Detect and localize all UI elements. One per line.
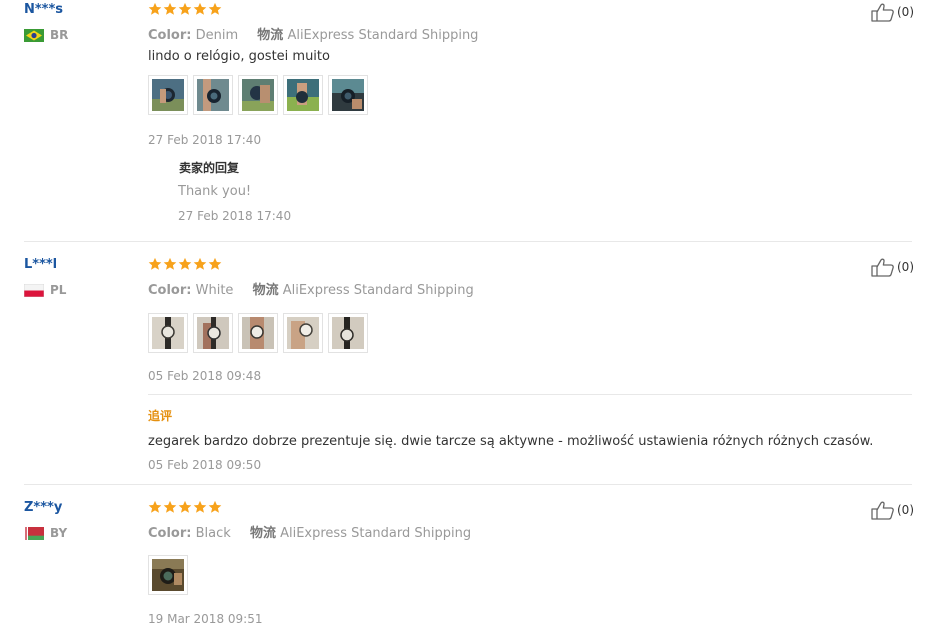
review-photo[interactable] <box>148 75 188 115</box>
additional-feedback-text: zegarek bardzo dobrze prezentuje się. dw… <box>148 434 874 449</box>
helpful-count: (0) <box>897 503 914 517</box>
star-icon <box>148 500 162 513</box>
star-icon <box>208 2 222 15</box>
country-code: PL <box>50 283 67 297</box>
star-icon <box>148 2 162 15</box>
color-value: Black <box>195 526 231 541</box>
helpful-count: (0) <box>897 260 914 274</box>
order-info: Color: White 物流 AliExpress Standard Ship… <box>148 279 474 298</box>
color-label: Color: <box>148 283 192 298</box>
star-icon <box>178 257 192 270</box>
star-icon <box>193 2 207 15</box>
additional-feedback-label: 追评 <box>148 409 173 423</box>
star-icon <box>193 257 207 270</box>
seller-reply-text: Thank you! <box>178 184 252 199</box>
star-icon <box>193 500 207 513</box>
thumbs-up-icon <box>871 501 894 520</box>
review-divider <box>24 484 912 485</box>
color-label: Color: <box>148 526 192 541</box>
star-icon <box>178 500 192 513</box>
star-icon <box>148 257 162 270</box>
review-date: 05 Feb 2018 09:48 <box>148 369 262 383</box>
country-code: BY <box>50 526 68 540</box>
shipping-value: AliExpress Standard Shipping <box>282 283 474 298</box>
seller-reply-title: 卖家的回复 <box>179 161 240 175</box>
color-value: Denim <box>195 28 239 43</box>
helpful-button[interactable]: (0) <box>871 2 914 22</box>
buyer-country: PL <box>24 283 66 297</box>
color-value: White <box>195 283 234 298</box>
buyer-name[interactable]: L***l <box>24 257 57 272</box>
poland-flag-icon <box>24 283 44 297</box>
review-divider <box>24 241 912 242</box>
star-rating <box>148 257 222 271</box>
review-date: 27 Feb 2018 17:40 <box>148 133 262 147</box>
buyer-country: BY <box>24 526 67 540</box>
review-photo[interactable] <box>193 75 233 115</box>
star-rating <box>148 500 222 514</box>
helpful-count: (0) <box>897 5 914 19</box>
buyer-name[interactable]: Z***y <box>24 500 62 515</box>
buyer-country: BR <box>24 28 68 42</box>
order-info: Color: Denim 物流 AliExpress Standard Ship… <box>148 24 478 43</box>
review-photos <box>148 313 368 353</box>
star-icon <box>178 2 192 15</box>
additional-feedback-date: 05 Feb 2018 09:50 <box>148 458 262 472</box>
helpful-button[interactable]: (0) <box>871 257 914 277</box>
color-label: Color: <box>148 28 192 43</box>
star-icon <box>163 257 177 270</box>
shipping-label: 物流 <box>252 283 279 298</box>
brazil-flag-icon <box>24 28 44 42</box>
belarus-flag-icon <box>24 526 44 540</box>
review-photo[interactable] <box>148 313 188 353</box>
review-photo[interactable] <box>238 75 278 115</box>
review-text: lindo o relógio, gostei muito <box>148 49 330 64</box>
buyer-name[interactable]: N***s <box>24 2 63 17</box>
review-photo[interactable] <box>148 555 188 595</box>
review-photo[interactable] <box>328 313 368 353</box>
order-info: Color: Black 物流 AliExpress Standard Ship… <box>148 522 471 541</box>
star-icon <box>208 500 222 513</box>
review-photo[interactable] <box>283 313 323 353</box>
review-photo[interactable] <box>283 75 323 115</box>
star-icon <box>163 2 177 15</box>
shipping-value: AliExpress Standard Shipping <box>280 526 472 541</box>
review-photo[interactable] <box>328 75 368 115</box>
seller-reply-date: 27 Feb 2018 17:40 <box>178 209 292 223</box>
shipping-value: AliExpress Standard Shipping <box>287 28 479 43</box>
review-date: 19 Mar 2018 09:51 <box>148 612 263 626</box>
shipping-label: 物流 <box>257 28 284 43</box>
additional-divider <box>148 394 912 395</box>
thumbs-up-icon <box>871 3 894 22</box>
review-photo[interactable] <box>193 313 233 353</box>
shipping-label: 物流 <box>249 526 276 541</box>
thumbs-up-icon <box>871 258 894 277</box>
star-rating <box>148 2 222 16</box>
star-icon <box>208 257 222 270</box>
star-icon <box>163 500 177 513</box>
helpful-button[interactable]: (0) <box>871 500 914 520</box>
review-photos <box>148 75 368 115</box>
review-photo[interactable] <box>238 313 278 353</box>
review-photos <box>148 555 188 595</box>
country-code: BR <box>50 28 69 42</box>
